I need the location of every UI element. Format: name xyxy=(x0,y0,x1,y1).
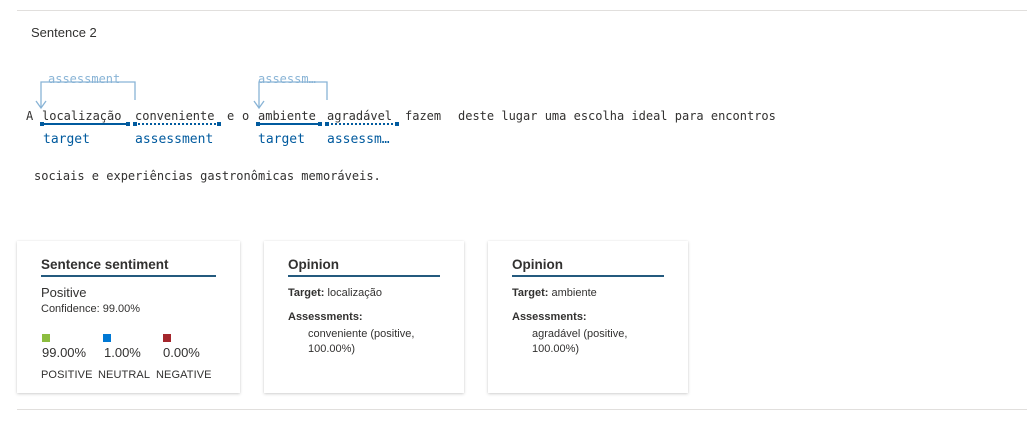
assessments-label: Assessments: xyxy=(512,311,587,323)
relation-label-2: assessm… xyxy=(258,72,316,86)
neutral-percentage: 1.00% xyxy=(104,345,141,360)
token-rest: deste lugar uma escolha ideal para encon… xyxy=(458,109,776,123)
target-label: Target: xyxy=(512,287,549,299)
positive-percentage: 99.00% xyxy=(42,345,87,360)
target-value: localização xyxy=(327,287,382,299)
sentence-sentiment-card: Sentence sentiment Positive Confidence: … xyxy=(17,241,240,393)
tag-assessment-agradavel: assessm… xyxy=(327,132,390,147)
tag-target-localizacao: target xyxy=(43,132,90,147)
token-localizacao[interactable]: localização xyxy=(42,109,121,123)
sentiment-label: Positive xyxy=(41,285,87,300)
opinion-card-2: Opinion Target: ambiente Assessments: ag… xyxy=(488,241,688,393)
token-ambiente[interactable]: ambiente xyxy=(258,109,316,123)
assessment-value: conveniente (positive, 100.00%) xyxy=(308,328,415,355)
negative-label: NEGATIVE xyxy=(156,369,212,381)
negative-percentage: 0.00% xyxy=(163,345,200,360)
card-title: Opinion xyxy=(512,257,664,277)
bottom-divider xyxy=(17,409,1027,410)
underline-target-1 xyxy=(40,122,130,126)
opinion-target: Target: ambiente xyxy=(512,287,597,299)
underline-target-2 xyxy=(256,122,322,126)
sentence-line-2: sociais e experiências gastronômicas mem… xyxy=(34,169,381,183)
card-title: Opinion xyxy=(288,257,440,277)
card-title: Sentence sentiment xyxy=(41,257,216,277)
token-conveniente[interactable]: conveniente xyxy=(135,109,214,123)
top-divider xyxy=(17,10,1027,11)
tag-target-ambiente: target xyxy=(258,132,305,147)
target-label: Target: xyxy=(288,287,325,299)
opinion-card-1: Opinion Target: localização Assessments:… xyxy=(264,241,464,393)
underline-assessment-1 xyxy=(133,122,221,126)
opinion-target: Target: localização xyxy=(288,287,382,299)
annotated-sentence: assessment assessm… A localização conven… xyxy=(0,60,1027,200)
token-o: o xyxy=(242,109,250,123)
assessment-value: agradável (positive, 100.00%) xyxy=(532,328,628,355)
confidence-text: Confidence: 99.00% xyxy=(41,303,141,315)
sentence-label: Sentence 2 xyxy=(31,25,97,40)
neutral-label: NEUTRAL xyxy=(98,369,151,381)
assessments-label: Assessments: xyxy=(288,311,363,323)
positive-label: POSITIVE xyxy=(41,369,93,381)
underline-assessment-2 xyxy=(325,122,399,126)
relation-label-1: assessment xyxy=(48,72,121,86)
token-e: e xyxy=(227,109,235,123)
tag-assessment-conveniente: assessment xyxy=(135,132,214,147)
token-a: A xyxy=(26,109,34,123)
positive-color-swatch xyxy=(42,334,50,342)
token-fazem: fazem xyxy=(405,109,442,123)
token-agradavel[interactable]: agradável xyxy=(327,109,392,123)
negative-color-swatch xyxy=(163,334,171,342)
target-value: ambiente xyxy=(551,287,597,299)
neutral-color-swatch xyxy=(103,334,111,342)
